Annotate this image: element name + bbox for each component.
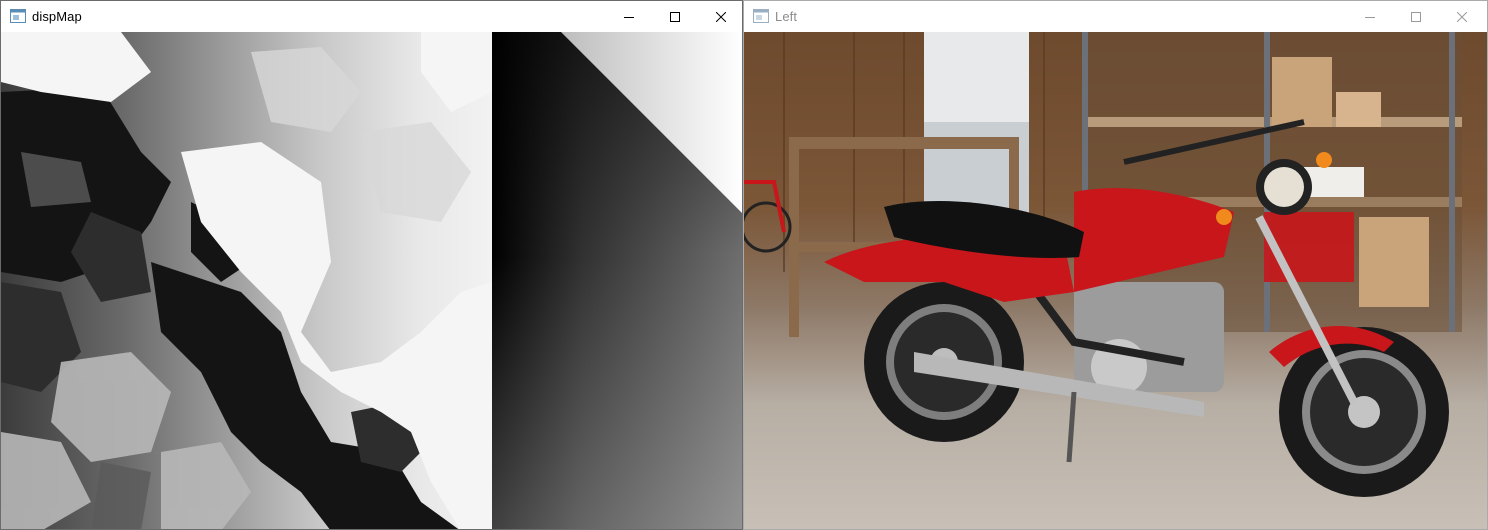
window-title: Left (775, 9, 798, 24)
motorcycle-scene (744, 32, 1462, 497)
dispmap-window: dispMap (0, 0, 743, 530)
maximize-button[interactable] (652, 1, 698, 32)
left-window: Left (743, 0, 1488, 530)
maximize-icon (1411, 11, 1421, 22)
left-titlebar[interactable]: Left (744, 1, 1487, 32)
disparity-blobs (1, 32, 492, 529)
disparity-white-wedge (561, 32, 742, 213)
minimize-icon (624, 16, 634, 18)
minimize-button[interactable] (1347, 1, 1393, 32)
disparity-map-image (1, 32, 742, 529)
app-window-icon (10, 9, 26, 23)
close-icon (716, 11, 726, 22)
dispmap-titlebar[interactable]: dispMap (1, 1, 742, 32)
close-button[interactable] (698, 1, 744, 32)
left-stereo-photo (744, 32, 1487, 529)
maximize-icon (670, 11, 680, 22)
app-window-icon (753, 9, 769, 23)
close-icon (1457, 11, 1467, 22)
maximize-button[interactable] (1393, 1, 1439, 32)
minimize-button[interactable] (606, 1, 652, 32)
disparity-map-canvas (1, 32, 742, 529)
close-button[interactable] (1439, 1, 1485, 32)
minimize-icon (1365, 16, 1375, 18)
window-title: dispMap (32, 9, 82, 24)
